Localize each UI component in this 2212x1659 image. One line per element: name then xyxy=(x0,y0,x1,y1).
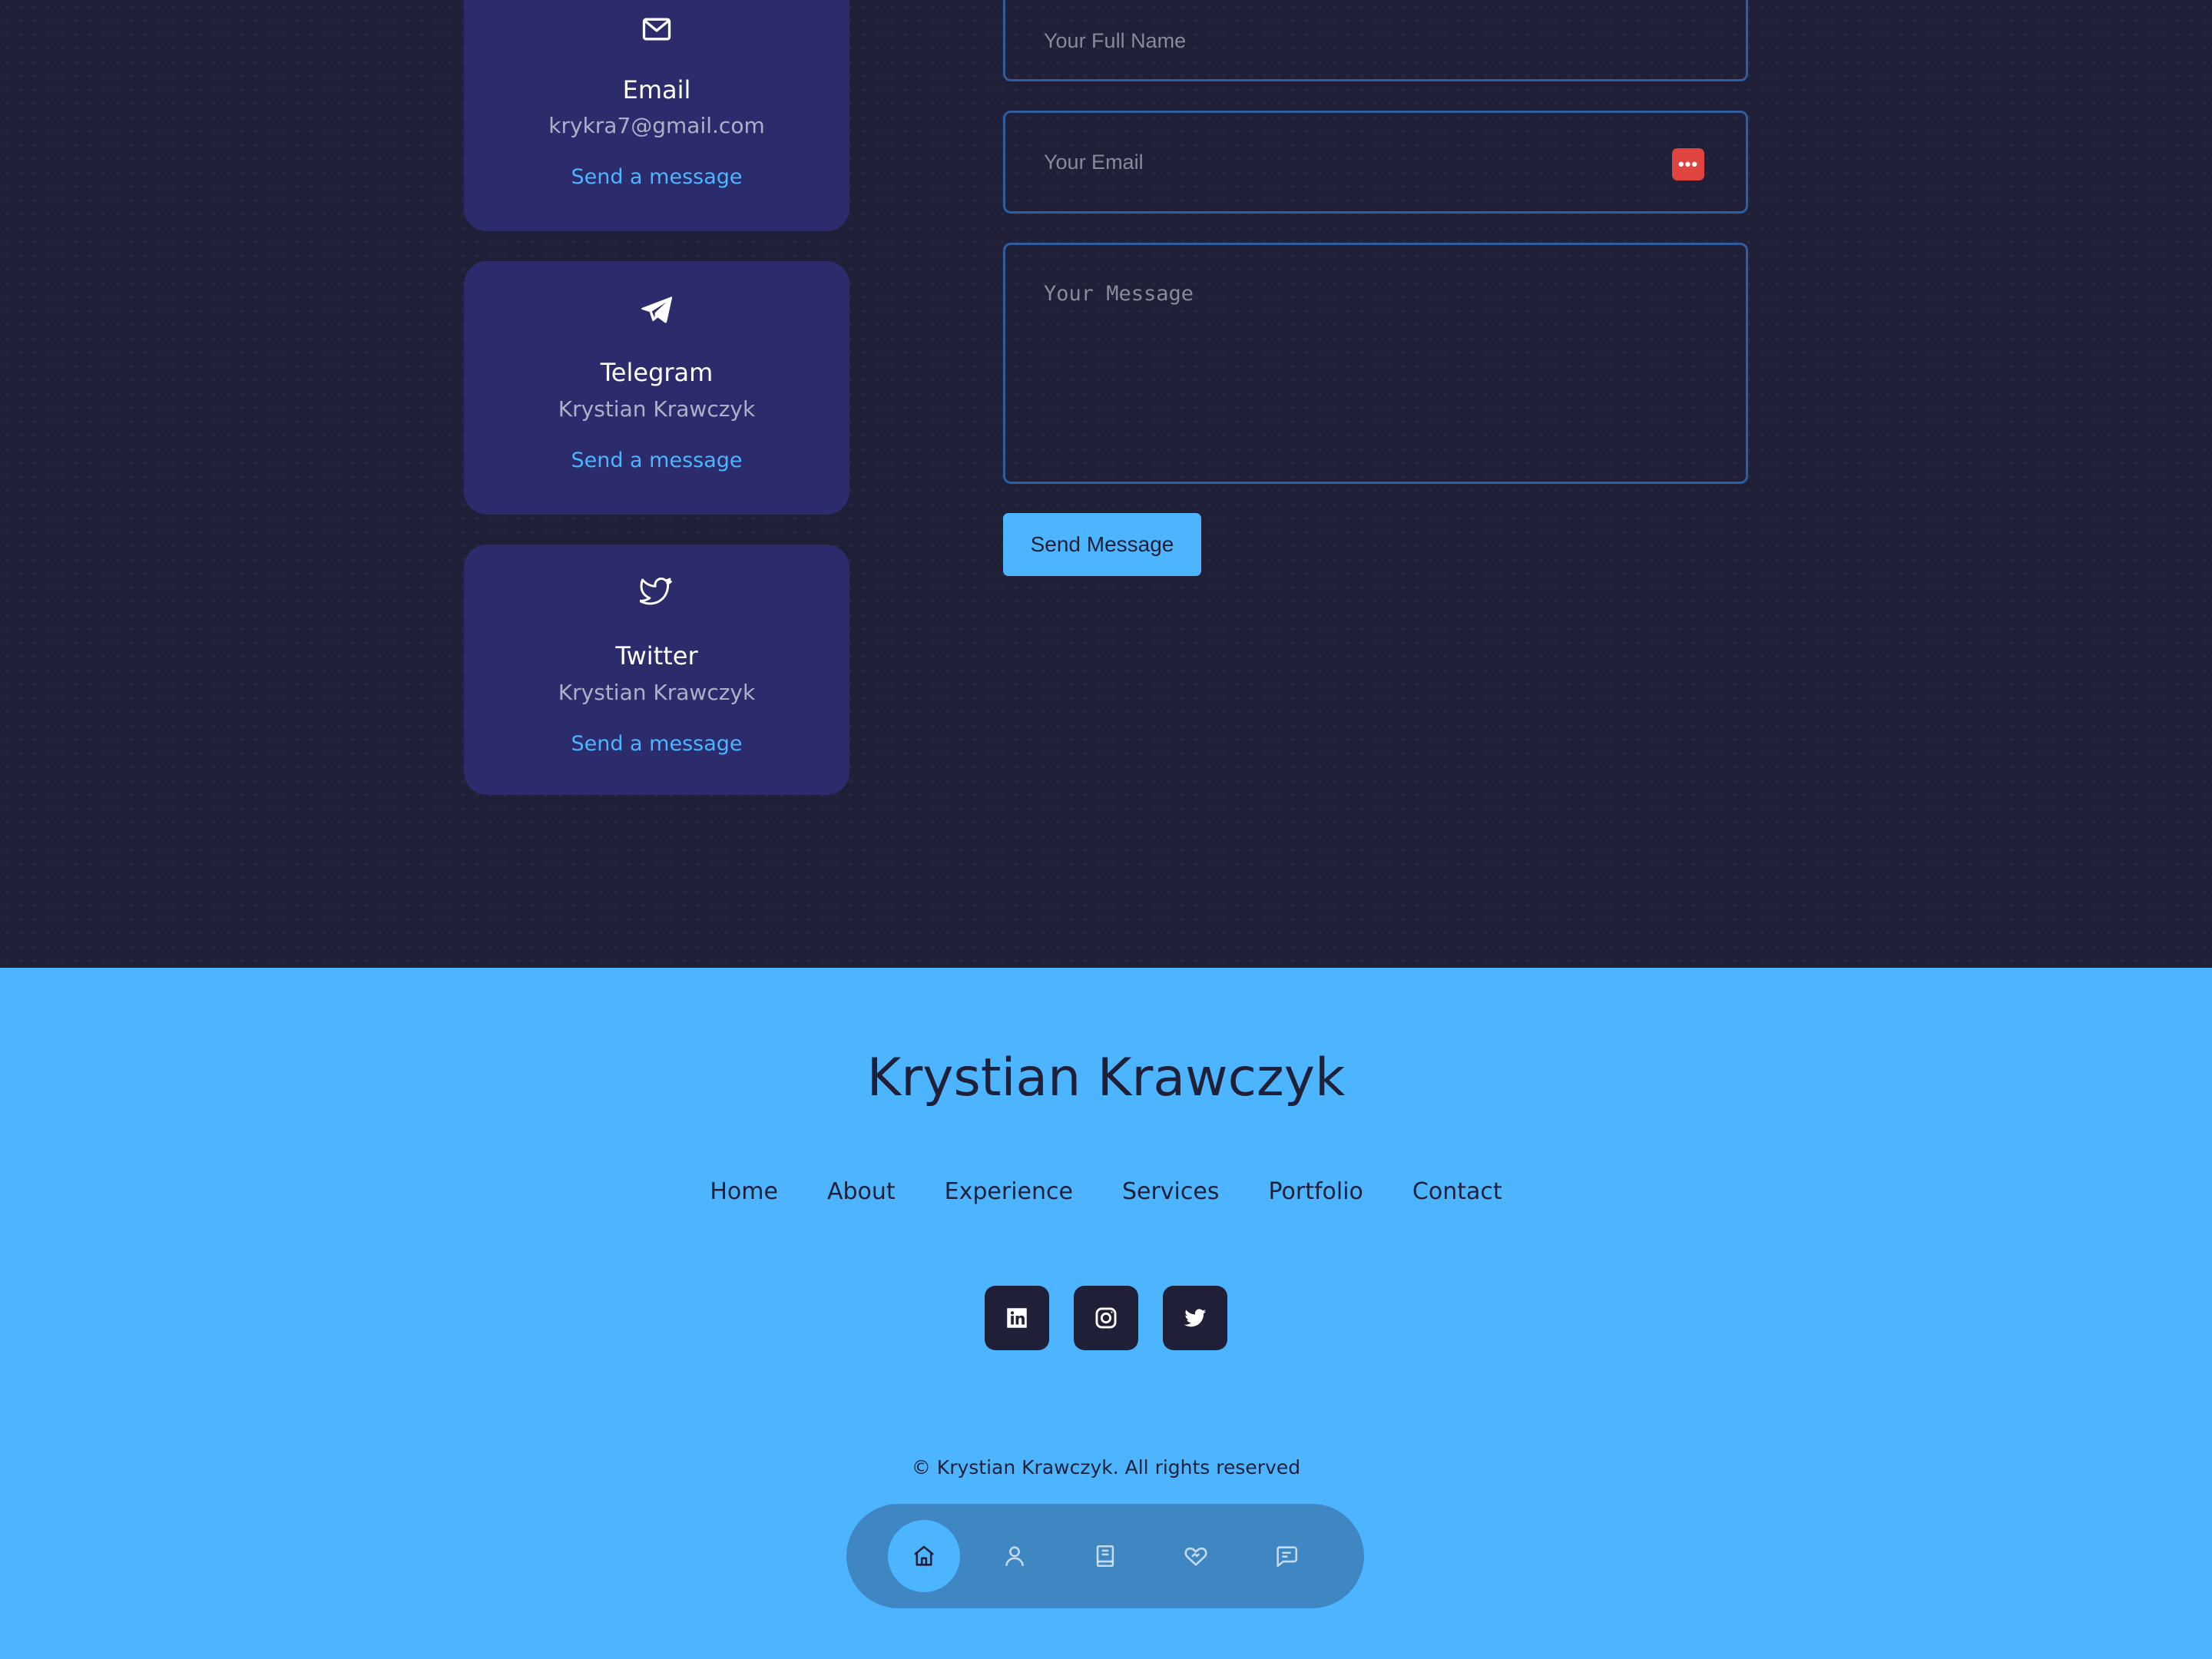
footer-link-contact[interactable]: Contact xyxy=(1412,1178,1502,1205)
contact-card-value: krykra7@gmail.com xyxy=(548,113,765,138)
floating-bottom-nav xyxy=(846,1504,1364,1608)
book-icon xyxy=(1096,1545,1114,1568)
mail-icon xyxy=(464,12,849,46)
full-name-placeholder: Your Full Name xyxy=(1044,28,1187,52)
linkedin-icon xyxy=(1007,1308,1027,1328)
contact-card-title: Twitter xyxy=(615,641,698,671)
contact-card-value: Krystian Krawczyk xyxy=(558,396,756,422)
contact-card-email: Email krykra7@gmail.com Send a message xyxy=(464,0,849,231)
footer-link-services[interactable]: Services xyxy=(1122,1178,1220,1205)
message-textarea[interactable]: Your Message xyxy=(1003,243,1748,484)
footer-logo[interactable]: Krystian Krawczyk xyxy=(0,1048,2212,1108)
footer-socials xyxy=(0,1286,2212,1350)
telegram-icon xyxy=(464,293,849,327)
instagram-button[interactable] xyxy=(1074,1286,1138,1350)
email-placeholder: Your Email xyxy=(1044,150,1144,174)
home-icon xyxy=(914,1545,934,1566)
send-message-button[interactable]: Send Message xyxy=(1003,513,1201,576)
contact-card-title: Email xyxy=(622,75,691,104)
footer-link-experience[interactable]: Experience xyxy=(945,1178,1073,1205)
send-message-link[interactable]: Send a message xyxy=(464,732,849,756)
services-icon xyxy=(1184,1547,1207,1566)
user-icon xyxy=(1005,1546,1024,1566)
full-name-input[interactable]: Your Full Name xyxy=(1003,0,1748,81)
password-manager-icon[interactable]: ••• xyxy=(1672,148,1704,180)
send-message-link[interactable]: Send a message xyxy=(464,165,849,189)
email-input[interactable]: Your Email ••• xyxy=(1003,111,1748,214)
contact-card-value: Krystian Krawczyk xyxy=(558,680,756,705)
message-icon xyxy=(1277,1546,1298,1568)
contact-card-title: Telegram xyxy=(600,358,714,387)
send-message-link[interactable]: Send a message xyxy=(464,449,849,472)
nav-about-button[interactable] xyxy=(979,1520,1051,1592)
linkedin-button[interactable] xyxy=(985,1286,1049,1350)
nav-experience-button[interactable] xyxy=(1069,1520,1141,1592)
twitter-icon xyxy=(464,575,849,609)
contact-card-telegram: Telegram Krystian Krawczyk Send a messag… xyxy=(464,261,849,515)
message-placeholder: Your Message xyxy=(1044,282,1194,306)
footer-link-home[interactable]: Home xyxy=(710,1178,778,1205)
footer-nav: Home About Experience Services Portfolio… xyxy=(0,1178,2212,1205)
instagram-icon xyxy=(1095,1307,1117,1329)
footer-link-portfolio[interactable]: Portfolio xyxy=(1268,1178,1363,1205)
contact-card-twitter: Twitter Krystian Krawczyk Send a message xyxy=(464,545,849,795)
nav-home-button[interactable] xyxy=(888,1520,960,1592)
footer-link-about[interactable]: About xyxy=(827,1178,896,1205)
copyright-text: © Krystian Krawczyk. All rights reserved xyxy=(911,1456,1301,1479)
twitter-icon xyxy=(1184,1309,1207,1327)
nav-contact-button[interactable] xyxy=(1250,1520,1323,1592)
contact-section: Email krykra7@gmail.com Send a message T… xyxy=(0,0,2212,968)
nav-services-button[interactable] xyxy=(1160,1520,1232,1592)
twitter-button[interactable] xyxy=(1163,1286,1227,1350)
